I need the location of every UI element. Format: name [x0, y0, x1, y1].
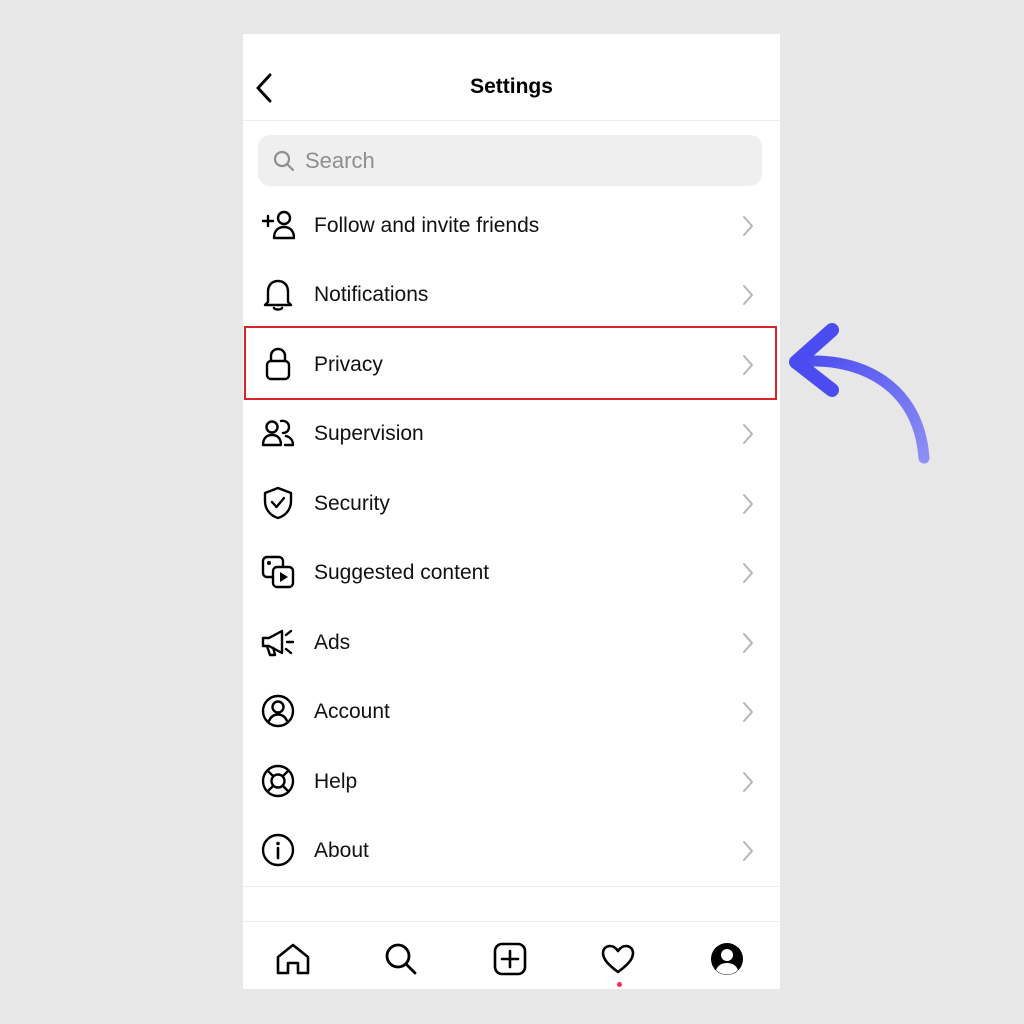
annotation-arrow-icon — [789, 323, 930, 464]
media-play-icon — [260, 554, 296, 590]
settings-screen: Settings Follow and invite friends — [243, 34, 780, 989]
menu-item-follow-invite[interactable]: Follow and invite friends — [243, 191, 780, 260]
chevron-right-icon — [743, 772, 753, 792]
chevron-right-icon — [743, 285, 753, 305]
chevron-right-icon — [743, 494, 753, 514]
menu-item-account[interactable]: Account — [243, 677, 780, 746]
tab-new-post[interactable] — [490, 939, 530, 979]
menu-item-label: Suggested content — [314, 561, 490, 584]
menu-item-about[interactable]: About — [243, 816, 780, 885]
menu-item-help[interactable]: Help — [243, 747, 780, 816]
chevron-right-icon — [743, 702, 753, 722]
menu-item-suggested-content[interactable]: Suggested content — [243, 538, 780, 607]
lock-icon — [260, 346, 296, 382]
megaphone-icon — [260, 624, 296, 660]
chevron-right-icon — [743, 841, 753, 861]
menu-item-label: Help — [314, 770, 358, 793]
notification-dot — [617, 982, 622, 987]
home-icon — [276, 943, 310, 975]
menu-item-ads[interactable]: Ads — [243, 608, 780, 677]
profile-icon — [711, 943, 743, 975]
bell-icon — [260, 276, 296, 312]
divider — [243, 886, 780, 887]
menu-item-security[interactable]: Security — [243, 469, 780, 538]
menu-item-label: Notifications — [314, 283, 429, 306]
search-icon — [273, 150, 295, 172]
search-icon — [385, 943, 417, 975]
tab-profile[interactable] — [707, 939, 747, 979]
chevron-right-icon — [743, 355, 753, 375]
menu-item-supervision[interactable]: Supervision — [243, 399, 780, 468]
bottom-tab-bar — [243, 921, 780, 990]
new-post-icon — [493, 942, 527, 976]
info-icon — [260, 832, 296, 868]
search-bar[interactable] — [258, 135, 762, 186]
page-title: Settings — [470, 75, 553, 98]
menu-item-privacy[interactable]: Privacy — [243, 330, 780, 399]
chevron-right-icon — [743, 216, 753, 236]
heart-icon — [601, 944, 635, 974]
tab-activity[interactable] — [598, 939, 638, 979]
search-input[interactable] — [305, 135, 745, 186]
chevron-right-icon — [743, 633, 753, 653]
header: Settings — [243, 34, 780, 121]
menu-item-notifications[interactable]: Notifications — [243, 260, 780, 329]
menu-item-label: Security — [314, 492, 390, 515]
menu-item-label: Account — [314, 700, 390, 723]
menu-item-label: About — [314, 839, 369, 862]
lifebuoy-icon — [260, 763, 296, 799]
chevron-right-icon — [743, 563, 753, 583]
user-circle-icon — [260, 693, 296, 729]
shield-check-icon — [260, 485, 296, 521]
menu-item-label: Privacy — [314, 353, 383, 376]
chevron-right-icon — [743, 424, 753, 444]
menu-item-label: Ads — [314, 631, 351, 654]
add-person-icon — [260, 207, 296, 243]
people-icon — [260, 415, 296, 451]
tab-home[interactable] — [273, 939, 313, 979]
menu-item-label: Follow and invite friends — [314, 214, 540, 237]
tab-search[interactable] — [381, 939, 421, 979]
menu-item-label: Supervision — [314, 422, 424, 445]
